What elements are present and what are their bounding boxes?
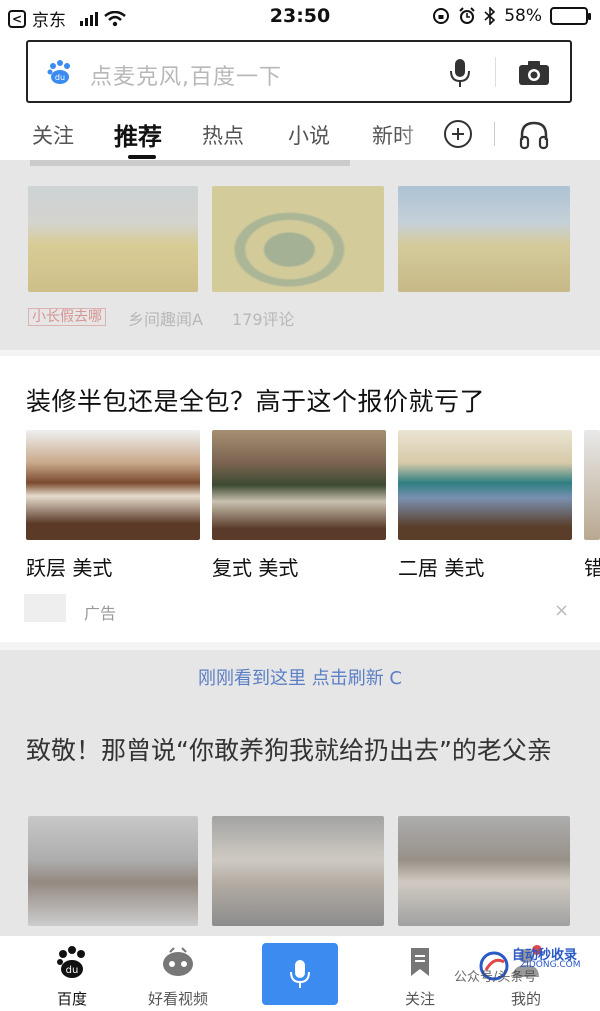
- tab-hot[interactable]: 热点: [202, 120, 244, 150]
- ad-caption-4: 错: [584, 556, 600, 580]
- top-news-card[interactable]: 小长假去哪 乡间趣闻A 179评论: [0, 160, 600, 350]
- tab-follow[interactable]: 关注: [32, 120, 74, 150]
- baidu-home-icon: du: [57, 946, 85, 978]
- category-tabs: 关注 推荐 热点 小说 新时: [0, 108, 600, 160]
- news-image-3[interactable]: [398, 186, 570, 292]
- bookmark-icon: [411, 948, 429, 976]
- cut-off-title: [30, 160, 350, 166]
- nav-video-label: 好看视频: [147, 990, 208, 1008]
- status-bar: < 京东 23:50 58%: [0, 0, 600, 36]
- news-source: 乡间趣闻A: [128, 310, 203, 329]
- active-tab-indicator: [128, 155, 156, 159]
- news-title[interactable]: 致敬！那曾说“你敢养狗我就给扔出去”的老父亲: [26, 730, 576, 772]
- ad-caption-1: 跃层 美式: [26, 556, 113, 580]
- ad-title[interactable]: 装修半包还是全包？高于这个报价就亏了: [26, 382, 485, 418]
- nav-video[interactable]: 好看视频: [138, 944, 218, 1009]
- battery-percent: 58%: [504, 6, 542, 26]
- microphone-icon: [290, 960, 310, 988]
- ad-caption-3: 二居 美式: [398, 556, 485, 580]
- search-placeholder[interactable]: 点麦克风,百度一下: [90, 59, 282, 91]
- status-right: 58%: [432, 6, 591, 26]
- tabs-divider: [494, 122, 495, 146]
- battery-icon: [550, 7, 591, 25]
- refresh-prompt[interactable]: 刚刚看到这里 点击刷新 C: [0, 664, 600, 690]
- nav-baidu[interactable]: du 百度: [32, 944, 112, 1009]
- news-image-1[interactable]: [28, 186, 198, 292]
- nav-baidu-label: 百度: [56, 990, 87, 1008]
- nav-mine-label: 我的: [510, 990, 541, 1008]
- baidu-paw-icon: du: [47, 60, 70, 84]
- advertiser-logo: [24, 594, 66, 622]
- svg-text:du: du: [66, 965, 79, 976]
- card-separator-2: [0, 642, 600, 650]
- ad-caption-2: 复式 美式: [212, 556, 299, 580]
- ad-image-2[interactable]: [212, 430, 386, 540]
- tab-recommend[interactable]: 推荐: [114, 117, 162, 152]
- news-feed: 小长假去哪 乡间趣闻A 179评论 装修半包还是全包？高于这个报价就亏了 跃层 …: [0, 160, 600, 935]
- voice-search-button[interactable]: [262, 943, 338, 1005]
- news-image-2[interactable]: [212, 186, 384, 292]
- card-separator: [0, 350, 600, 356]
- headphone-icon[interactable]: [518, 120, 550, 150]
- ad-close-icon[interactable]: ×: [554, 600, 569, 621]
- news-image-4[interactable]: [28, 816, 198, 926]
- search-box[interactable]: du 点麦克风,百度一下: [26, 40, 572, 103]
- source-tag: 小长假去哪: [28, 306, 106, 326]
- camera-icon[interactable]: [518, 60, 550, 86]
- ad-image-4[interactable]: [584, 430, 600, 540]
- add-channel-icon[interactable]: [444, 120, 472, 148]
- ad-image-1[interactable]: [26, 430, 200, 540]
- bottom-nav: du 百度 好看视频 关注 我的 自动秒收录 ZIDONG.COM 公众号/头条…: [0, 935, 600, 1011]
- tab-fade: [400, 108, 430, 160]
- svg-text:du: du: [55, 73, 65, 82]
- ad-label: 广告: [84, 604, 117, 623]
- bluetooth-icon: [484, 7, 496, 25]
- nav-follow[interactable]: 关注: [380, 944, 460, 1009]
- video-icon: [163, 947, 193, 976]
- tab-novel[interactable]: 小说: [288, 120, 330, 150]
- search-divider: [495, 57, 496, 87]
- microphone-icon[interactable]: [448, 57, 472, 89]
- news-image-5[interactable]: [212, 816, 384, 926]
- ad-image-3[interactable]: [398, 430, 572, 540]
- watermark-text: 公众号/头条号: [454, 970, 537, 985]
- alarm-icon: [459, 7, 475, 24]
- rotation-lock-icon: [433, 8, 450, 24]
- nav-follow-label: 关注: [404, 990, 435, 1008]
- news-image-6[interactable]: [398, 816, 570, 926]
- comment-count: 179评论: [232, 310, 295, 329]
